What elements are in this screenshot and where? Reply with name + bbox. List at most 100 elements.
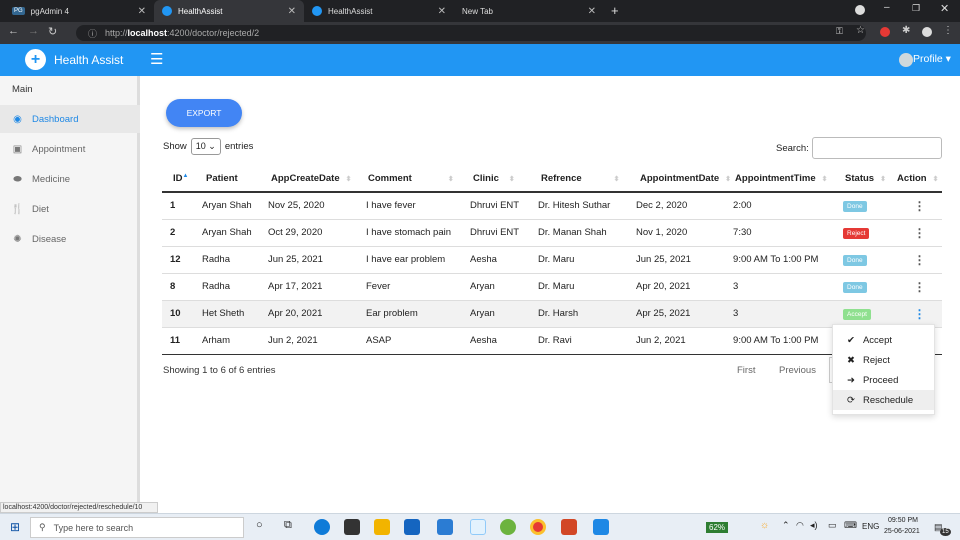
search-input[interactable]: [812, 137, 942, 159]
url-field[interactable]: ⓘ http://localhost:4200/doctor/rejected/…: [76, 25, 866, 41]
row-actions-kebab-icon[interactable]: ⋮: [897, 281, 942, 293]
menu-item-proceed[interactable]: ➜ Proceed: [833, 370, 934, 390]
powerpoint-icon[interactable]: [561, 519, 577, 535]
export-button[interactable]: EXPORT: [166, 99, 242, 127]
language-indicator[interactable]: ENG: [862, 522, 879, 531]
puzzle-icon[interactable]: ✱: [902, 25, 910, 36]
file-explorer-icon[interactable]: [374, 519, 390, 535]
col-header-refrence[interactable]: Refrence ⬍: [532, 165, 620, 193]
menu-item-label: Reschedule: [862, 394, 914, 406]
tab-pgadmin[interactable]: PG pgAdmin 4 ✕: [4, 0, 154, 22]
utensils-icon: 🍴: [11, 203, 24, 215]
cortana-icon[interactable]: ○: [256, 519, 263, 531]
keyboard-icon[interactable]: ⌨: [844, 520, 857, 531]
windows-start-icon[interactable]: ⊞: [10, 520, 20, 534]
col-header-id[interactable]: ID▲: [162, 165, 196, 193]
sidebar-item-disease[interactable]: ✺ Disease: [0, 225, 140, 253]
store-icon[interactable]: [344, 519, 360, 535]
cell-comment: I have ear problem: [364, 246, 466, 274]
profile-circle-icon[interactable]: [855, 5, 865, 15]
col-header-clinic[interactable]: Clinic ⬍: [466, 165, 532, 193]
photos-icon[interactable]: [593, 519, 609, 535]
battery-level[interactable]: 62%: [706, 522, 729, 533]
col-header-appointmentdate[interactable]: AppointmentDate ⬍: [620, 165, 732, 193]
cell-id: 11: [162, 327, 196, 355]
clock-date[interactable]: 25-06-2021: [884, 528, 920, 535]
table-row: 12 Radha Jun 25, 2021 I have ear problem…: [162, 246, 942, 274]
col-header-comment[interactable]: Comment ⬍: [364, 165, 466, 193]
volume-icon[interactable]: ◂): [810, 520, 818, 531]
pager-previous[interactable]: Previous: [779, 365, 816, 376]
reload-icon[interactable]: ↻: [48, 25, 57, 38]
col-header-action[interactable]: Action ⬍: [895, 165, 942, 193]
edge-icon[interactable]: [314, 519, 330, 535]
table-info: Showing 1 to 6 of 6 entries: [163, 365, 276, 376]
menu-item-reject[interactable]: ✖ Reject: [833, 350, 934, 370]
star-icon[interactable]: ☆: [856, 25, 865, 36]
weather-icon[interactable]: ☼: [760, 520, 769, 531]
cell-clinic: Aesha: [466, 246, 532, 274]
sidebar: Main ◉ Dashboard ▣ Appointment ⬬ Medicin…: [0, 76, 140, 513]
cell-id: 1: [162, 192, 196, 220]
close-tab-icon[interactable]: ✕: [288, 6, 296, 17]
sidebar-item-diet[interactable]: 🍴 Diet: [0, 195, 140, 223]
cell-comment: ASAP: [364, 327, 466, 355]
task-view-icon[interactable]: ⧉: [284, 519, 292, 532]
wifi-icon[interactable]: ◠: [796, 520, 804, 531]
cell-patient: Radha: [196, 273, 262, 301]
app-icon[interactable]: [470, 519, 486, 535]
status-badge: Done: [843, 281, 867, 293]
row-actions-kebab-icon[interactable]: ⋮: [897, 308, 942, 320]
row-actions-kebab-icon[interactable]: ⋮: [897, 227, 942, 239]
profile-dropdown[interactable]: Profile ▾: [913, 53, 951, 65]
col-header-appcreatedate[interactable]: AppCreateDate ⬍: [262, 165, 364, 193]
forward-icon[interactable]: →: [28, 25, 39, 37]
taskbar-search-box[interactable]: ⚲ Type here to search: [30, 517, 244, 538]
chrome-icon[interactable]: [530, 519, 546, 535]
account-icon[interactable]: [922, 27, 932, 37]
brand-name[interactable]: Health Assist: [54, 53, 123, 67]
chevron-down-icon: ⌄: [208, 141, 216, 151]
cell-id: 12: [162, 246, 196, 274]
battery-icon[interactable]: ▭: [828, 520, 837, 531]
minimize-icon[interactable]: –: [884, 2, 890, 13]
restore-icon[interactable]: ❐: [912, 3, 920, 14]
col-header-appointmenttime[interactable]: AppointmentTime ⬍: [731, 165, 840, 193]
cell-created: Jun 2, 2021: [262, 327, 364, 355]
menu-dots-icon[interactable]: ⋮: [943, 25, 953, 36]
close-tab-icon[interactable]: ✕: [438, 6, 446, 17]
key-icon[interactable]: ⚿: [836, 26, 843, 37]
row-actions-kebab-icon[interactable]: ⋮: [897, 254, 942, 266]
tab-healthassist[interactable]: HealthAssist ✕: [304, 0, 454, 22]
col-header-status[interactable]: Status ⬍: [839, 165, 896, 193]
sidebar-item-dashboard[interactable]: ◉ Dashboard: [0, 105, 140, 133]
new-tab-icon[interactable]: +: [611, 3, 619, 18]
col-header-patient[interactable]: Patient: [196, 165, 262, 193]
back-icon[interactable]: ←: [8, 25, 19, 37]
menu-item-reschedule[interactable]: ⟳ Reschedule: [833, 390, 934, 410]
close-window-icon[interactable]: ✕: [940, 2, 949, 15]
tab-new[interactable]: New Tab ✕: [454, 0, 604, 22]
cell-date: Apr 25, 2021: [620, 300, 732, 328]
sidebar-item-medicine[interactable]: ⬬ Medicine: [0, 165, 140, 193]
tab-title: HealthAssist: [178, 6, 223, 16]
dashboard-icon: ◉: [13, 113, 22, 125]
clock-time[interactable]: 09:50 PM: [888, 517, 918, 524]
menu-item-accept[interactable]: ✔ Accept: [833, 330, 934, 350]
cell-created: Apr 20, 2021: [262, 300, 364, 328]
tab-healthassist-active[interactable]: HealthAssist ✕: [154, 0, 304, 22]
entries-select[interactable]: 10 ⌄: [190, 138, 221, 155]
row-actions-kebab-icon[interactable]: ⋮: [897, 200, 942, 212]
sort-icon: ⬍: [821, 175, 828, 183]
tray-chevron-icon[interactable]: ⌃: [782, 520, 790, 531]
mail-icon[interactable]: [404, 519, 420, 535]
sidebar-item-appointment[interactable]: ▣ Appointment: [0, 135, 140, 163]
close-tab-icon[interactable]: ✕: [588, 6, 596, 17]
close-tab-icon[interactable]: ✕: [138, 6, 146, 17]
hamburger-icon[interactable]: ☰: [150, 50, 163, 68]
pager-first[interactable]: First: [737, 365, 755, 376]
eclipse-icon[interactable]: [500, 519, 516, 535]
vscode-icon[interactable]: [437, 519, 453, 535]
extension-icon[interactable]: [880, 27, 890, 37]
healthassist-icon: [162, 6, 172, 16]
